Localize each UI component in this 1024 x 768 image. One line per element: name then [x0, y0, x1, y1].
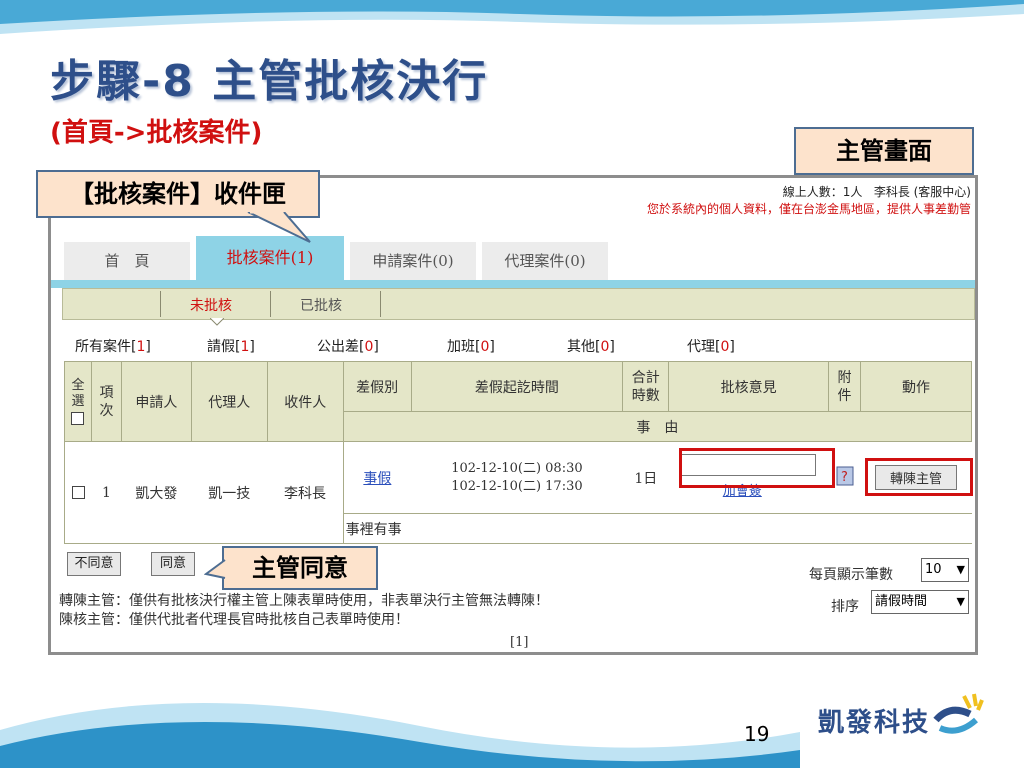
row-agent: 凱一技	[191, 441, 268, 544]
row-applicant: 凱大發	[121, 441, 192, 544]
callout-approve: 主管同意	[222, 546, 378, 590]
callout-approve-pointer	[204, 559, 226, 579]
callout-inbox: 【批核案件】收件匣	[36, 170, 320, 218]
applicant-header: 申請人	[120, 361, 192, 442]
tab-application-cases[interactable]: 申請案件(0)	[350, 242, 476, 280]
tab-agent-cases[interactable]: 代理案件(0)	[482, 242, 608, 280]
sort-select[interactable]: 請假時間 ▼	[871, 590, 969, 614]
page-number: 19	[744, 722, 770, 746]
row-reason: 事裡有事	[342, 513, 972, 544]
row-leave-type-cell: 事假	[343, 442, 411, 514]
agree-button[interactable]: 同意	[151, 552, 195, 576]
filter-overtime[interactable]: 加班[0]	[447, 336, 495, 356]
callout-inbox-pointer	[247, 212, 311, 243]
sort-label: 排序	[831, 599, 859, 615]
per-page-label: 每頁顯示筆數	[809, 567, 893, 583]
opinion-highlight	[679, 448, 835, 488]
index-header: 項次	[90, 361, 122, 442]
agent-header: 代理人	[190, 361, 268, 442]
subtab-approved[interactable]: 已批核	[300, 295, 342, 315]
row-checkbox-cell[interactable]	[64, 441, 92, 544]
total-hours-header: 合計時數	[622, 361, 670, 412]
svg-text:?: ?	[841, 470, 848, 485]
active-subtab-pointer	[210, 318, 224, 326]
disagree-button[interactable]: 不同意	[67, 552, 121, 576]
online-count: 線上人數：1人	[782, 185, 863, 199]
filter-all[interactable]: 所有案件[1]	[75, 336, 151, 356]
per-page-select[interactable]: 10 ▼	[921, 558, 969, 582]
approval-table: 全選 項次 申請人 代理人 收件人 差假別 差假起訖時間 合計時數 批核意見 附…	[64, 361, 973, 544]
pager[interactable]: [1]	[510, 635, 528, 650]
leave-type-header: 差假別	[342, 361, 412, 412]
row-leave-type-link[interactable]: 事假	[363, 471, 391, 487]
callout-supervisor-screen: 主管畫面	[794, 127, 974, 175]
divider	[160, 291, 161, 317]
select-all-header[interactable]: 全選	[64, 361, 92, 442]
filter-agent[interactable]: 代理[0]	[687, 336, 735, 356]
opinion-header: 批核意見	[668, 361, 830, 412]
sort-value: 請假時間	[875, 594, 928, 609]
row-checkbox[interactable]	[71, 486, 85, 499]
main-tabs: 首 頁 批核案件(1) 申請案件(0) 代理案件(0)	[51, 236, 975, 280]
tab-home[interactable]: 首 頁	[64, 242, 190, 280]
note-forward: 轉陳主管：僅供有批核決行權主管上陳表單時使用，非表單決行主管無法轉陳！	[59, 593, 549, 609]
divider	[380, 291, 381, 317]
filter-leave[interactable]: 請假[1]	[207, 336, 255, 356]
period-header: 差假起訖時間	[410, 361, 624, 412]
attachment-header: 附件	[828, 361, 862, 412]
current-user[interactable]: 李科長 (客服中心)	[874, 185, 971, 199]
table-header-row: 全選 項次 申請人 代理人 收件人 差假別 差假起訖時間 合計時數 批核意見 附…	[64, 361, 972, 442]
slide-subtitle: (首頁->批核案件)	[50, 118, 263, 148]
sub-tabs: 未批核 已批核	[62, 288, 975, 326]
online-info: 線上人數：1人 李科長 (客服中心)	[783, 183, 971, 200]
select-all-checkbox[interactable]	[71, 412, 85, 425]
receiver-header: 收件人	[266, 361, 344, 442]
filter-other[interactable]: 其他[0]	[567, 336, 615, 356]
row-total: 1日	[634, 470, 658, 487]
row-index: 1	[91, 441, 122, 544]
app-window: 線上人數：1人 李科長 (客服中心) 您於系統內的個人資料，僅在台澎金馬地區，提…	[48, 175, 978, 655]
logo-icon	[933, 693, 984, 734]
privacy-notice: 您於系統內的個人資料，僅在台澎金馬地區，提供人事差勤管	[646, 202, 971, 216]
action-header: 動作	[860, 361, 972, 412]
row-receiver: 李科長	[267, 441, 344, 544]
slide-title: 步驟-8 主管批核決行	[50, 56, 489, 107]
note-submit: 陳核主管：僅供代批者代理長官時批核自己表單時使用！	[59, 612, 409, 628]
tab-underline-bar	[51, 280, 975, 288]
chevron-down-icon: ▼	[956, 563, 965, 576]
select-all-label: 全選	[71, 378, 85, 409]
per-page-value: 10	[925, 562, 942, 577]
row-period: 102-12-10(二) 08:30 102-12-10(二) 17:30	[451, 460, 583, 494]
chevron-down-icon: ▼	[956, 595, 965, 608]
top-wave-decoration	[0, 0, 1024, 40]
company-logo: 凱發科技	[818, 708, 931, 738]
filter-business-trip[interactable]: 公出差[0]	[317, 336, 379, 356]
attachment-icon[interactable]: ?	[836, 466, 854, 486]
table-row: 1 凱大發 凱一技 李科長 事假 102-12-10(二) 08:30 102-1…	[64, 441, 972, 544]
action-highlight	[865, 458, 973, 496]
reason-header: 事 由	[342, 411, 973, 442]
divider	[270, 291, 271, 317]
subtab-unapproved[interactable]: 未批核	[190, 295, 232, 315]
